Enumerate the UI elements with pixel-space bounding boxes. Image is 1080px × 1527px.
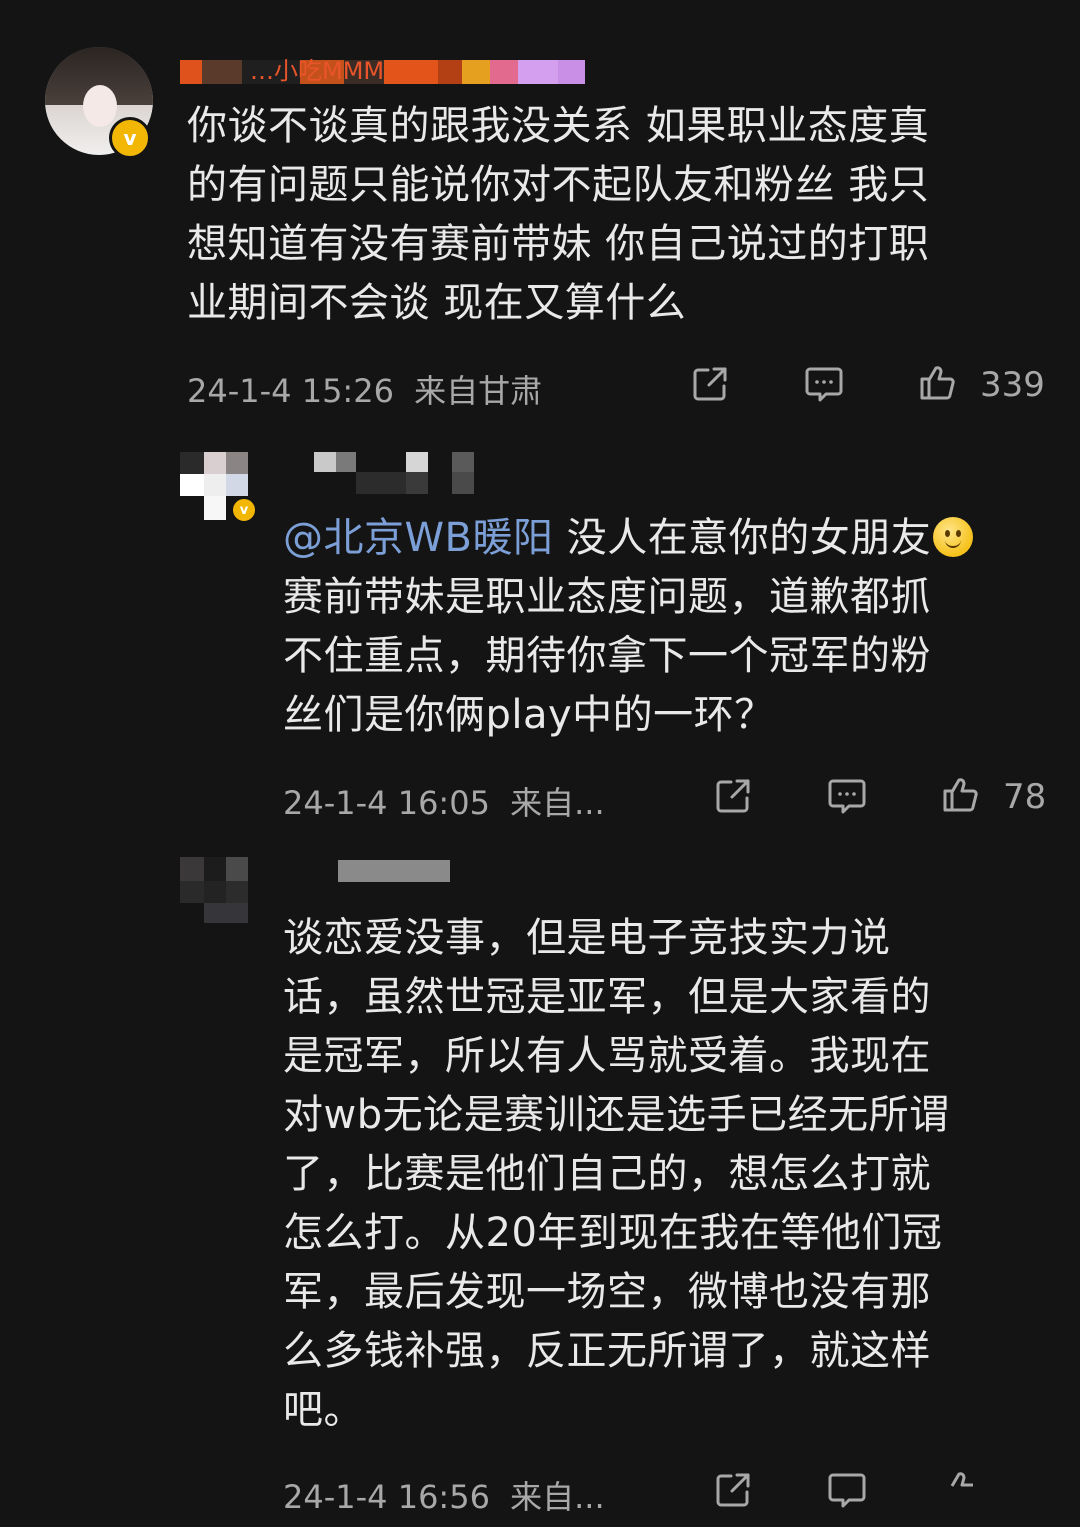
location: 来自... (510, 1478, 605, 1516)
location: 来自... (510, 784, 605, 822)
comment-meta: 24-1-4 16:56 来自... (283, 1472, 605, 1518)
share-icon[interactable] (713, 1470, 753, 1510)
verified-badge-icon: v (109, 117, 151, 159)
thumbs-up-icon[interactable] (918, 362, 958, 402)
comment-meta: 24-1-4 16:05 来自... (283, 778, 605, 824)
timestamp: 24-1-4 16:05 (283, 784, 490, 822)
comment-text: 你谈不谈真的跟我没关系 如果职业态度真 的有问题只能说你对不起队友和粉丝 我只 … (187, 103, 930, 326)
mention-link[interactable]: @北京WB暖阳 (283, 515, 554, 561)
verified-badge-icon: v (231, 497, 257, 523)
comment-icon[interactable] (804, 364, 844, 404)
like-count: 339 (980, 365, 1045, 405)
comment-text: @北京WB暖阳 没人在意你的女朋友 赛前带妹是职业态度问题，道歉都抓 不住重点，… (283, 509, 1053, 745)
location: 来自甘肃 (414, 372, 543, 410)
avatar[interactable] (180, 857, 250, 925)
comment-icon[interactable] (827, 776, 867, 816)
thumbs-up-icon[interactable] (941, 774, 981, 814)
timestamp: 24-1-4 15:26 (187, 372, 394, 410)
smile-emoji-icon (933, 517, 974, 557)
like-count: 78 (1003, 777, 1047, 817)
share-icon[interactable] (713, 776, 753, 816)
comment-text: 谈恋爱没事，但是电子竞技实力说 话，虽然世冠是亚军，但是大家看的 是冠军，所以有… (283, 915, 950, 1433)
comment-icon[interactable] (827, 1470, 867, 1510)
username-redacted[interactable] (314, 452, 474, 494)
share-icon[interactable] (690, 364, 730, 404)
username[interactable]: …小吃MMM (250, 58, 384, 84)
timestamp: 24-1-4 16:56 (283, 1478, 490, 1516)
comment-text-body: 赛前带妹是职业态度问题，道歉都抓 不住重点，期待你拿下一个冠军的粉 丝们是你俩p… (283, 574, 931, 738)
comment-meta: 24-1-4 15:26 来自甘肃 (187, 366, 542, 412)
username-redacted[interactable] (338, 860, 450, 882)
comment-text-first-line: 没人在意你的女朋友 (553, 515, 932, 561)
thumbs-up-icon[interactable] (941, 1468, 981, 1508)
